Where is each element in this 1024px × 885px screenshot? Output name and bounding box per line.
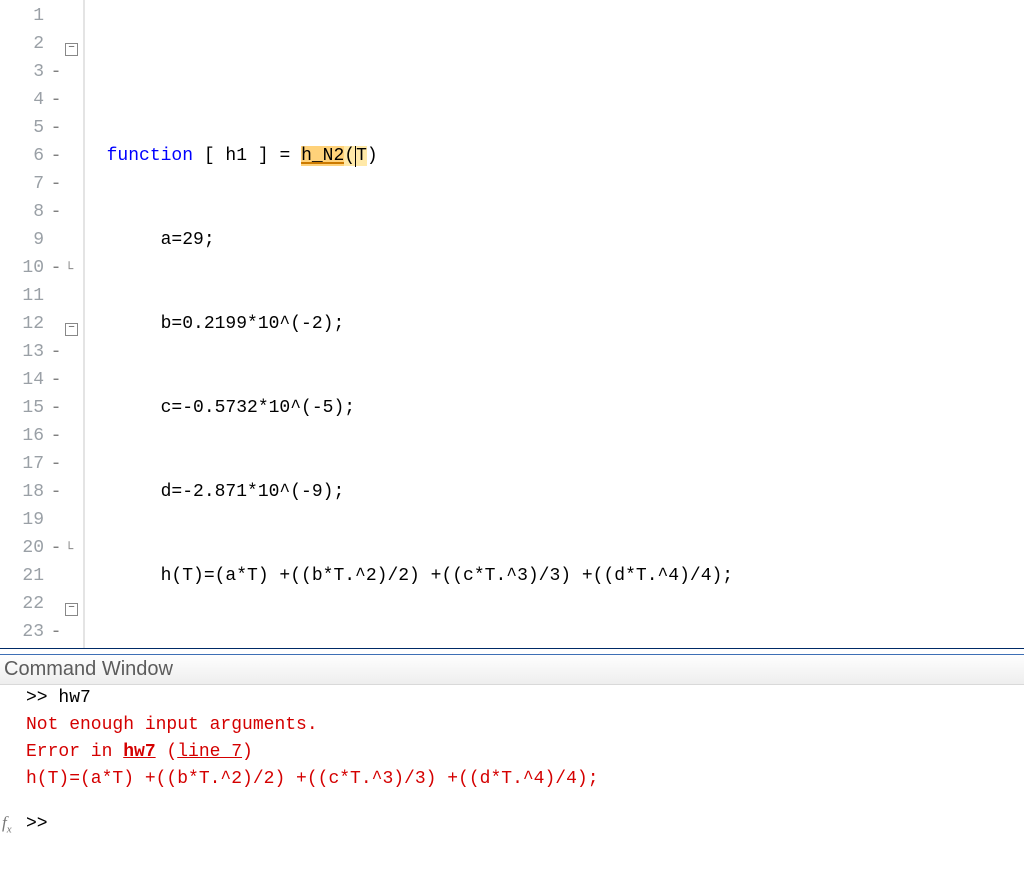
- breakpoint-gutter[interactable]: - - - - - - - - - - - - - - -: [47, 0, 65, 648]
- command-window[interactable]: >> hw7 Not enough input arguments. Error…: [0, 685, 1024, 843]
- keyword-function: function: [107, 146, 193, 166]
- code-line[interactable]: h1=h(T): [85, 646, 1024, 648]
- code-line[interactable]: b=0.2199*10^(-2);: [85, 310, 1024, 338]
- cw-output-line: >> hw7: [2, 685, 1024, 712]
- command-window-title: Command Window: [0, 655, 1024, 685]
- fold-toggle-icon[interactable]: −: [65, 43, 78, 56]
- editor-pane[interactable]: 1 2 3 4 5 6 7 8 9 10 11 12 13 14 15 16 1…: [0, 0, 1024, 648]
- code-line[interactable]: a=29;: [85, 226, 1024, 254]
- highlight-selection: h_N2: [301, 146, 344, 166]
- fold-end-icon: └: [65, 262, 73, 278]
- fx-icon[interactable]: fx: [2, 809, 26, 843]
- cw-prompt-text: >>: [26, 814, 48, 834]
- fold-toggle-icon[interactable]: −: [65, 323, 78, 336]
- cw-prompt-line[interactable]: fx>>: [2, 809, 1024, 843]
- fold-gutter[interactable]: − └ − └ −: [65, 0, 83, 648]
- cw-error-line: Error in hw7 (line 7): [2, 739, 1024, 766]
- highlight-warn: T: [356, 146, 367, 166]
- error-line-link[interactable]: line 7: [177, 742, 242, 762]
- pane-divider[interactable]: [0, 648, 1024, 655]
- text-cursor: [355, 146, 356, 167]
- code-line[interactable]: function [ h1 ] = h_N2(T): [85, 142, 1024, 170]
- fold-toggle-icon[interactable]: −: [65, 603, 78, 616]
- cw-error-line: Not enough input arguments.: [2, 712, 1024, 739]
- code-area[interactable]: function [ h1 ] = h_N2(T) a=29; b=0.2199…: [85, 0, 1024, 648]
- error-file-link[interactable]: hw7: [123, 742, 155, 762]
- code-line[interactable]: h(T)=(a*T) +((b*T.^2)/2) +((c*T.^3)/3) +…: [85, 562, 1024, 590]
- line-number-gutter: 1 2 3 4 5 6 7 8 9 10 11 12 13 14 15 16 1…: [0, 0, 47, 648]
- code-line[interactable]: [85, 58, 1024, 86]
- code-line[interactable]: d=-2.871*10^(-9);: [85, 478, 1024, 506]
- function-name: h_N2: [301, 146, 344, 166]
- fold-end-icon: └: [65, 542, 73, 558]
- cw-error-line: h(T)=(a*T) +((b*T.^2)/2) +((c*T.^3)/3) +…: [2, 766, 1024, 793]
- highlight-warn: (: [344, 146, 355, 166]
- code-line[interactable]: c=-0.5732*10^(-5);: [85, 394, 1024, 422]
